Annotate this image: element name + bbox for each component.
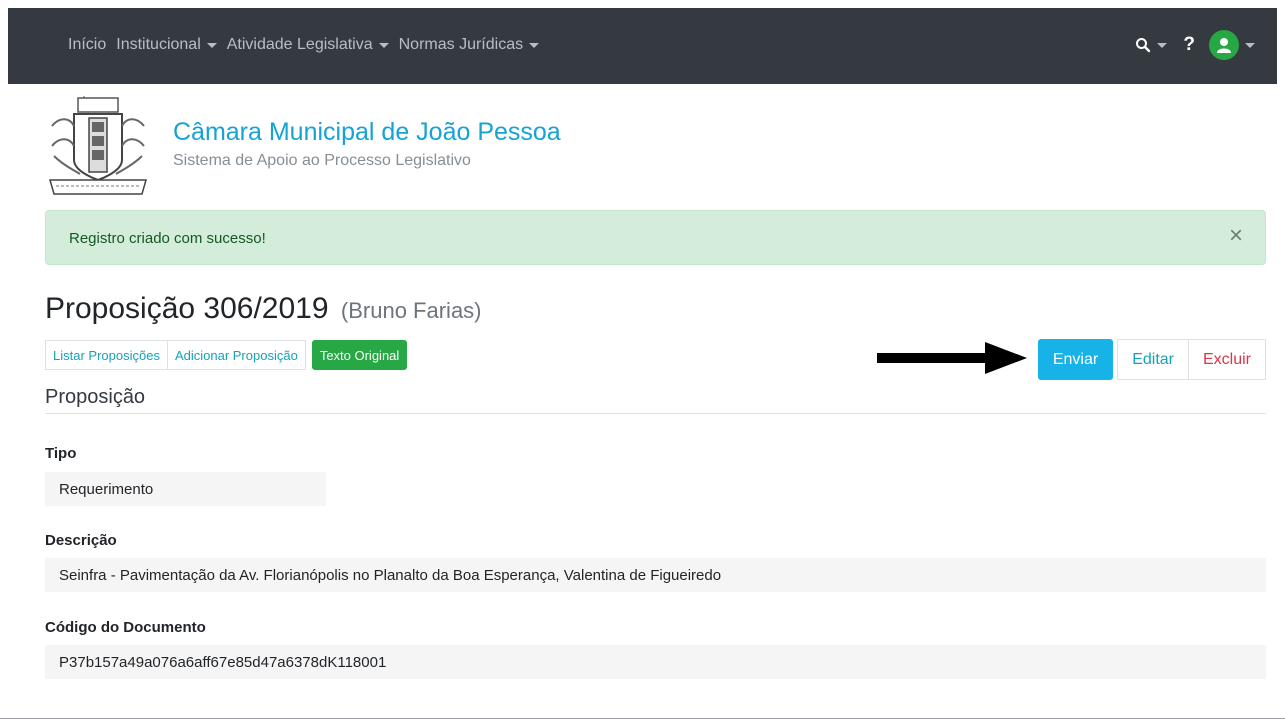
chevron-down-icon: [529, 42, 540, 48]
arrow-right-icon: [877, 342, 1027, 374]
chevron-down-icon: [1245, 42, 1255, 48]
edit-button[interactable]: Editar: [1117, 339, 1189, 380]
user-icon: [1217, 38, 1231, 53]
success-alert: Registro criado com sucesso! ×: [45, 210, 1266, 265]
site-subtitle: Sistema de Apoio ao Processo Legislativo: [173, 152, 471, 169]
nav-item-institucional[interactable]: Institucional: [116, 36, 217, 54]
nav-item-atividade-legislativa[interactable]: Atividade Legislativa: [227, 36, 389, 54]
delete-button[interactable]: Excluir: [1187, 339, 1266, 380]
help-button[interactable]: ?: [1183, 34, 1195, 56]
nav-item-label: Normas Jurídicas: [398, 36, 524, 53]
add-proposal-button[interactable]: Adicionar Proposição: [166, 340, 306, 370]
nav-right-tools: ?: [1135, 30, 1255, 60]
nav-menu: Início Institucional Atividade Legislati…: [68, 36, 549, 54]
nav-item-normas-juridicas[interactable]: Normas Jurídicas: [398, 36, 540, 54]
coat-of-arms-logo: [49, 96, 147, 195]
codigo-label: Código do Documento: [45, 619, 206, 636]
footer-divider: [0, 718, 1285, 719]
proposal-author: (Bruno Farias): [340, 298, 482, 323]
original-text-button[interactable]: Texto Original: [311, 340, 408, 370]
nav-item-label: Institucional: [116, 36, 201, 53]
section-title: Proposição: [45, 386, 146, 408]
proposal-actions: Listar Proposições Adicionar Proposição …: [45, 340, 408, 370]
list-proposals-button[interactable]: Listar Proposições: [45, 340, 168, 370]
record-actions: Enviar Editar Excluir: [1037, 339, 1266, 380]
tipo-label: Tipo: [45, 445, 77, 462]
user-menu[interactable]: [1209, 30, 1255, 60]
search-icon: [1136, 38, 1151, 53]
section-divider: [45, 413, 1266, 414]
chevron-down-icon: [378, 42, 389, 48]
nav-item-label: Início: [68, 36, 107, 53]
search-dropdown[interactable]: [1135, 37, 1168, 53]
close-icon[interactable]: ×: [1229, 224, 1243, 248]
top-navbar: Início Institucional Atividade Legislati…: [8, 8, 1277, 84]
alert-message: Registro criado com sucesso!: [69, 230, 266, 247]
tipo-value: Requerimento: [45, 472, 326, 506]
site-title[interactable]: Câmara Municipal de João Pessoa: [173, 118, 561, 147]
nav-item-inicio[interactable]: Início: [68, 36, 106, 54]
send-button[interactable]: Enviar: [1037, 339, 1114, 380]
proposal-title: Proposição 306/2019: [45, 292, 329, 325]
chevron-down-icon: [206, 42, 217, 48]
avatar: [1209, 30, 1239, 60]
codigo-value: P37b157a49a076a6aff67e85d47a6378dK118001: [45, 645, 1266, 679]
nav-item-label: Atividade Legislativa: [226, 36, 373, 53]
chevron-down-icon: [1157, 42, 1168, 48]
descricao-label: Descrição: [45, 532, 117, 549]
descricao-value: Seinfra - Pavimentação da Av. Florianópo…: [45, 558, 1266, 592]
page-title: Proposição 306/2019 (Bruno Farias): [45, 292, 482, 326]
